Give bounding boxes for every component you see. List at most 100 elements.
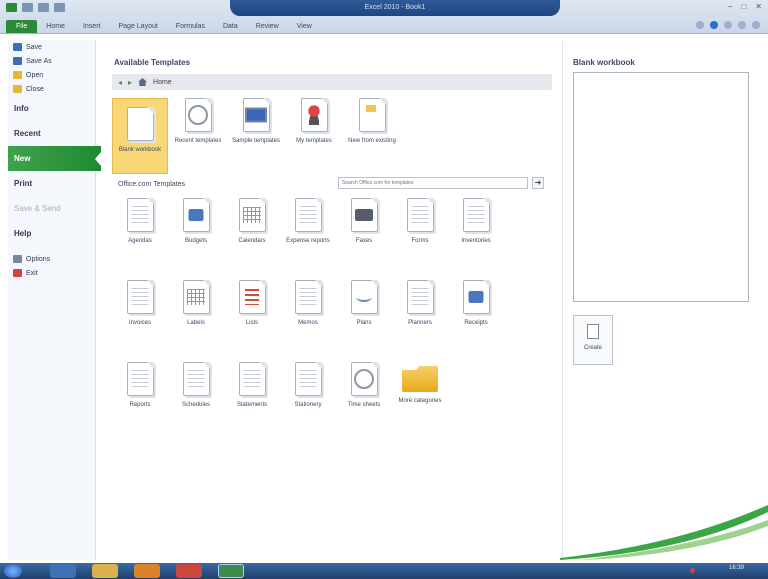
maximize-button[interactable]: □ (741, 2, 746, 11)
template-tile-invoices[interactable]: Invoices (112, 280, 168, 327)
taskbar-clock[interactable]: 16:39 (729, 565, 744, 571)
nav-item-recent[interactable]: Recent (8, 121, 95, 146)
template-label: Lists (245, 320, 259, 326)
forward-arrow-icon[interactable]: ▸ (128, 78, 132, 87)
template-tile-new-from-existing[interactable]: New from existing (344, 98, 400, 145)
workbook-restore-icon[interactable] (738, 21, 746, 29)
tab-home[interactable]: Home (37, 20, 74, 33)
nav-item-exit[interactable]: Exit (8, 266, 95, 280)
help-icon[interactable] (710, 21, 718, 29)
nav-item-print[interactable]: Print (8, 171, 95, 196)
nav-item-open[interactable]: Open (8, 68, 95, 82)
template-tile-more-categories[interactable]: More categories (392, 362, 448, 405)
template-tile-receipts[interactable]: Receipts (448, 280, 504, 327)
more-categories-folder-icon (402, 366, 438, 392)
taskbar-ie-icon[interactable] (50, 564, 76, 578)
nav-item-new[interactable]: New (8, 146, 101, 171)
template-label: Agendas (128, 238, 152, 244)
nav-item-save-as[interactable]: Save As (8, 54, 95, 68)
template-tile-agendas[interactable]: Agendas (112, 198, 168, 245)
nav-item-label: Exit (26, 269, 38, 277)
template-tile-my-templates[interactable]: My templates (286, 98, 342, 145)
schedules-icon (182, 362, 210, 396)
template-label: Labels (187, 320, 205, 326)
qat-save-icon[interactable] (22, 3, 33, 12)
template-label: Blank workbook (118, 147, 162, 153)
template-tile-blank-workbook[interactable]: Blank workbook (112, 98, 168, 174)
template-tile-schedules[interactable]: Schedules (168, 362, 224, 409)
template-label: Plans (356, 320, 372, 326)
search-go-button[interactable]: ➜ (532, 177, 544, 189)
template-tile-faxes[interactable]: Faxes (336, 198, 392, 245)
nav-item-info[interactable]: Info (8, 96, 95, 121)
taskbar-media-icon[interactable] (134, 564, 160, 578)
template-glyph (356, 292, 372, 302)
qat-undo-icon[interactable] (38, 3, 49, 12)
tray-alert-icon[interactable] (690, 568, 695, 573)
minimize-ribbon-icon[interactable] (696, 21, 704, 29)
taskbar-chrome-icon[interactable] (176, 564, 202, 578)
taskbar-explorer-icon[interactable] (92, 564, 118, 578)
template-glyph (355, 209, 373, 221)
template-glyph (299, 288, 317, 306)
template-tile-recent-templates[interactable]: Recent templates (170, 98, 226, 145)
blank-doc-icon (126, 107, 154, 141)
qat-redo-icon[interactable] (54, 3, 65, 12)
preview-thumbnail (573, 72, 749, 302)
close-window-button[interactable]: ✕ (755, 2, 762, 11)
nav-item-save[interactable]: Save (8, 40, 95, 54)
taskbar-excel-icon[interactable] (218, 564, 244, 578)
template-tile-budgets[interactable]: Budgets (168, 198, 224, 245)
template-label: New from existing (348, 138, 396, 144)
tab-file[interactable]: File (6, 20, 38, 33)
tab-insert[interactable]: Insert (74, 20, 110, 33)
back-arrow-icon[interactable]: ◂ (118, 78, 122, 87)
breadcrumb-home[interactable]: Home (153, 79, 172, 86)
create-button[interactable]: Create (573, 315, 613, 365)
start-button[interactable] (4, 564, 22, 578)
nav-item-help[interactable]: Help (8, 221, 95, 246)
workbook-minimize-icon[interactable] (724, 21, 732, 29)
template-glyph (468, 291, 484, 303)
minimize-button[interactable]: – (728, 2, 732, 11)
template-tile-statements[interactable]: Statements (224, 362, 280, 409)
template-glyph (467, 206, 485, 224)
template-tile-expense-reports[interactable]: Expense reports (280, 198, 336, 245)
tab-page-layout[interactable]: Page Layout (109, 20, 166, 33)
template-label: Recent templates (174, 138, 222, 144)
template-glyph (411, 288, 429, 306)
officecom-search-input[interactable] (338, 177, 528, 189)
template-tile-stationery[interactable]: Stationery (280, 362, 336, 409)
template-glyph (245, 289, 259, 305)
template-label: More categories (398, 398, 442, 404)
template-tile-planners[interactable]: Planners (392, 280, 448, 327)
template-tile-time-sheets[interactable]: Time sheets (336, 362, 392, 409)
template-tile-inventories[interactable]: Inventories (448, 198, 504, 245)
tab-view[interactable]: View (288, 20, 321, 33)
faxes-icon (350, 198, 378, 232)
stationery-icon (294, 362, 322, 396)
nav-item-close[interactable]: Close (8, 82, 95, 96)
tab-review[interactable]: Review (247, 20, 288, 33)
forms-icon (406, 198, 434, 232)
backstage-nav: Save Save As Open Close Info Recent New Print Sa… (8, 40, 101, 560)
template-tile-sample-templates[interactable]: Sample templates (228, 98, 284, 145)
available-templates-title: Available Templates (114, 58, 191, 67)
nav-item-label: Open (26, 71, 44, 79)
template-tile-memos[interactable]: Memos (280, 280, 336, 327)
template-tile-calendars[interactable]: Calendars (224, 198, 280, 245)
excel-app-icon[interactable] (6, 3, 17, 12)
template-tile-forms[interactable]: Forms (392, 198, 448, 245)
template-glyph (131, 288, 149, 306)
template-tile-labels[interactable]: Labels (168, 280, 224, 327)
home-icon[interactable] (138, 78, 148, 86)
template-tile-plans[interactable]: Plans (336, 280, 392, 327)
template-glyph (243, 370, 261, 388)
workbook-close-icon[interactable] (752, 21, 760, 29)
tab-formulas[interactable]: Formulas (167, 20, 214, 33)
tab-data[interactable]: Data (214, 20, 247, 33)
template-glyph (188, 105, 208, 125)
nav-item-options[interactable]: Options (8, 252, 95, 266)
template-tile-lists[interactable]: Lists (224, 280, 280, 327)
template-tile-reports[interactable]: Reports (112, 362, 168, 409)
